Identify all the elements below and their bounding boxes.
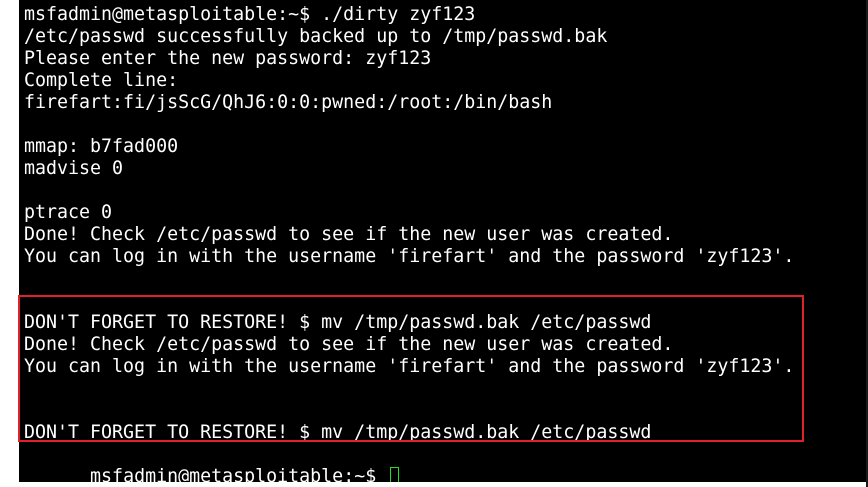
terminal-line: You can log in with the username 'firefa… (24, 356, 795, 377)
terminal-line: Please enter the new password: zyf123 (24, 48, 432, 69)
text-cursor (390, 467, 400, 482)
terminal-line: DON'T FORGET TO RESTORE! $ mv /tmp/passw… (24, 422, 652, 443)
terminal-line: mmap: b7fad000 (24, 136, 179, 157)
left-margin (0, 0, 19, 487)
terminal-line: Done! Check /etc/passwd to see if the ne… (24, 224, 674, 245)
terminal-line: Complete line: (24, 70, 179, 91)
terminal-line: Done! Check /etc/passwd to see if the ne… (24, 334, 674, 355)
terminal-line: /etc/passwd successfully backed up to /t… (24, 26, 608, 47)
terminal-line: madvise 0 (24, 158, 124, 179)
terminal-window[interactable]: msfadmin@metasploitable:~$ ./dirty zyf12… (19, 0, 868, 482)
screenshot-frame: msfadmin@metasploitable:~$ ./dirty zyf12… (0, 0, 868, 487)
terminal-line: You can log in with the username 'firefa… (24, 246, 795, 267)
terminal-prompt-line[interactable]: msfadmin@metasploitable:~$ (24, 444, 400, 482)
shell-prompt: msfadmin@metasploitable:~$ (90, 466, 388, 482)
terminal-line: firefart:fi/jsScG/QhJ6:0:0:pwned:/root:/… (24, 92, 553, 113)
terminal-line: ptrace 0 (24, 202, 113, 223)
terminal-line: msfadmin@metasploitable:~$ ./dirty zyf12… (24, 4, 476, 25)
terminal-line: DON'T FORGET TO RESTORE! $ mv /tmp/passw… (24, 312, 652, 333)
